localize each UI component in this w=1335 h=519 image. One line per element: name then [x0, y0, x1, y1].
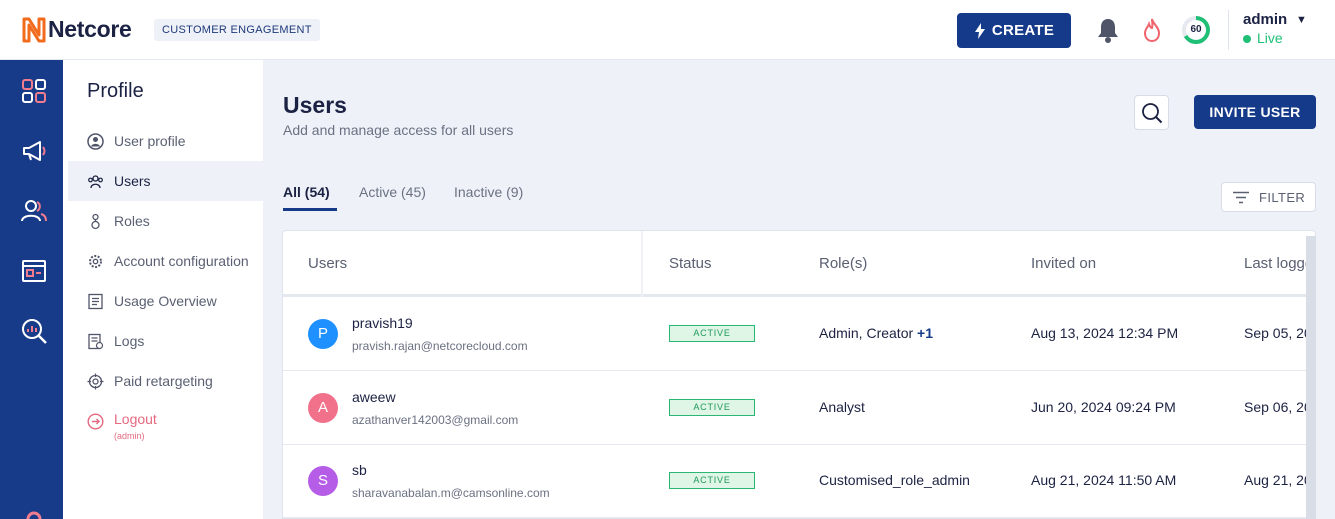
page-subtitle: Add and manage access for all users	[283, 122, 514, 138]
user-roles: Customised_role_admin	[819, 472, 970, 488]
user-name[interactable]: pravish19	[352, 315, 413, 331]
header-divider	[1228, 10, 1229, 50]
netcore-logo-icon	[22, 17, 46, 42]
column-header-status[interactable]: Status	[669, 255, 712, 272]
status-badge: ACTIVE	[669, 399, 755, 416]
page-title: Users	[283, 92, 347, 118]
menu-item-paid-retargeting[interactable]: Paid retargeting	[68, 361, 263, 401]
invited-on: Aug 21, 2024 11:50 AM	[1031, 472, 1177, 488]
user-email: sharavanabalan.m@camsonline.com	[352, 486, 550, 500]
tab-all[interactable]: All (54)	[283, 184, 330, 200]
profile-menu-title: Profile	[87, 80, 144, 102]
lightning-icon	[974, 22, 985, 39]
filter-button[interactable]: FILTER	[1221, 182, 1316, 212]
menu-item-logout[interactable]: Logout	[68, 401, 263, 441]
user-name[interactable]: aweew	[352, 389, 396, 405]
tab-inactive[interactable]: Inactive (9)	[454, 184, 523, 200]
table-scrollbar[interactable]	[1306, 236, 1316, 519]
top-bar: Netcore CUSTOMER ENGAGEMENT CREATE 60 ad…	[0, 0, 1335, 60]
invite-user-button[interactable]: INVITE USER	[1194, 95, 1316, 129]
menu-item-label: Logout	[114, 411, 157, 427]
layout-icon[interactable]	[20, 257, 48, 285]
gear-icon	[89, 254, 102, 268]
table-row[interactable]: P pravish19 pravish.rajan@netcorecloud.c…	[283, 297, 1315, 371]
menu-item-logs[interactable]: Logs	[68, 321, 263, 361]
logout-icon	[87, 412, 104, 430]
avatar: S	[308, 466, 338, 496]
menu-item-users[interactable]: Users	[68, 161, 263, 201]
filter-icon	[1233, 191, 1249, 204]
left-rail	[0, 60, 63, 519]
account-name[interactable]: admin	[1243, 11, 1287, 28]
roles-text: Admin, Creator	[819, 325, 914, 341]
document-icon	[88, 293, 103, 309]
live-status: Live	[1257, 30, 1283, 46]
column-header-roles[interactable]: Role(s)	[819, 255, 867, 272]
user-name[interactable]: sb	[352, 462, 367, 478]
score-value: 60	[1190, 24, 1202, 35]
menu-item-label: Usage Overview	[114, 293, 217, 309]
menu-item-usage-overview[interactable]: Usage Overview	[68, 281, 263, 321]
live-status-dot	[1243, 35, 1251, 43]
users-icon[interactable]	[20, 197, 48, 225]
table-row[interactable]: A aweew azathanver142003@gmail.com ACTIV…	[283, 371, 1315, 445]
dashboard-icon[interactable]	[20, 77, 48, 105]
filter-button-label: FILTER	[1259, 190, 1306, 205]
users-icon	[88, 174, 103, 188]
user-roles: Analyst	[819, 399, 865, 415]
brand-name: Netcore	[48, 16, 132, 42]
analytics-search-icon[interactable]	[20, 317, 48, 345]
search-icon	[1141, 102, 1162, 123]
more-roles-link[interactable]: +1	[917, 325, 933, 341]
menu-item-roles[interactable]: Roles	[68, 201, 263, 241]
flame-icon[interactable]	[1142, 18, 1162, 42]
bell-icon[interactable]	[1096, 17, 1120, 43]
user-circle-icon	[87, 132, 104, 150]
menu-item-label: Logs	[114, 333, 145, 349]
column-header-invited-on[interactable]: Invited on	[1031, 255, 1096, 272]
invited-on: Aug 13, 2024 12:34 PM	[1031, 325, 1179, 341]
megaphone-icon[interactable]	[20, 137, 48, 165]
roles-icon	[91, 213, 100, 229]
status-badge: ACTIVE	[669, 472, 755, 489]
menu-item-label: Paid retargeting	[114, 373, 213, 389]
logout-account-label: (admin)	[114, 431, 145, 441]
netcore-logo[interactable]: Netcore	[22, 16, 132, 43]
menu-item-account-configuration[interactable]: Account configuration	[68, 241, 263, 281]
avatar: A	[308, 393, 338, 423]
product-tag: CUSTOMER ENGAGEMENT	[154, 19, 320, 41]
create-button[interactable]: CREATE	[957, 13, 1071, 48]
user-roles: Admin, Creator +1	[819, 325, 933, 341]
tab-active[interactable]: Active (45)	[359, 184, 426, 200]
settings-icon[interactable]	[20, 505, 48, 519]
target-icon	[87, 373, 104, 389]
avatar: P	[308, 319, 338, 349]
user-email: pravish.rajan@netcorecloud.com	[352, 339, 528, 353]
users-table: Users Status Role(s) Invited on Last log…	[282, 230, 1316, 519]
profile-menu: Profile User profile Users Roles Account…	[63, 60, 263, 519]
create-button-label: CREATE	[991, 22, 1055, 39]
active-tab-indicator	[283, 208, 337, 211]
column-divider	[641, 231, 643, 297]
user-email: azathanver142003@gmail.com	[352, 413, 519, 427]
invited-on: Jun 20, 2024 09:24 PM	[1031, 399, 1176, 415]
table-header: Users Status Role(s) Invited on Last log…	[283, 231, 1315, 297]
logs-icon	[88, 333, 104, 349]
menu-item-user-profile[interactable]: User profile	[68, 121, 263, 161]
menu-item-label: Account configuration	[114, 253, 249, 269]
column-header-users[interactable]: Users	[308, 255, 347, 272]
menu-item-label: Users	[114, 173, 151, 189]
caret-down-icon[interactable]: ▼	[1296, 14, 1307, 26]
status-badge: ACTIVE	[669, 325, 755, 342]
table-row[interactable]: S sb sharavanabalan.m@camsonline.com ACT…	[283, 444, 1315, 518]
menu-item-label: Roles	[114, 213, 150, 229]
menu-item-label: User profile	[114, 133, 186, 149]
search-button[interactable]	[1134, 95, 1169, 130]
